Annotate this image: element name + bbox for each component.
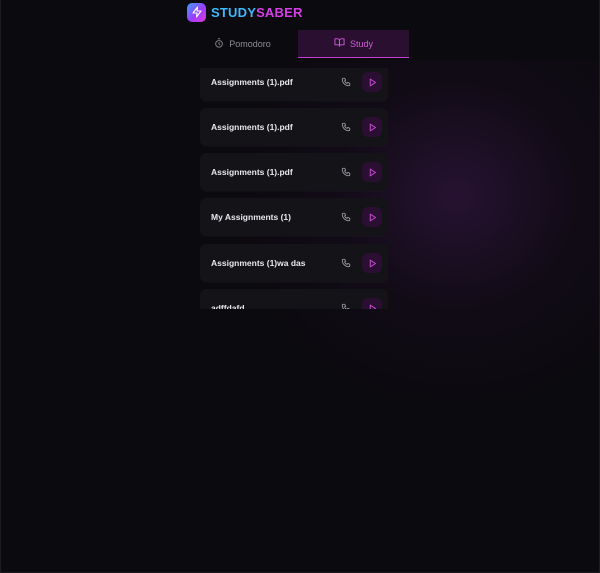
tab-pomodoro[interactable]: Pomodoro [187,30,298,57]
play-icon [369,213,376,221]
phone-icon[interactable] [341,212,351,222]
timer-icon [214,37,224,50]
play-button[interactable] [362,298,382,309]
phone-icon[interactable] [341,167,351,177]
study-material-list[interactable]: Assignments (1).pdf Assignments (1).pdf … [200,68,392,309]
item-title: Assignments (1)wa das [211,258,306,268]
brand-part-study: STUDY [211,4,257,20]
list-item[interactable]: Assignments (1)wa das [200,244,388,282]
play-icon [369,78,376,86]
brand-part-saber: SABER [256,4,303,20]
list-item[interactable]: Assignments (1).pdf [200,68,388,101]
item-title: Assignments (1).pdf [211,122,293,132]
item-title: Assignments (1).pdf [211,77,293,87]
item-title: Assignments (1).pdf [211,167,293,177]
tab-study-label: Study [349,38,373,49]
play-button[interactable] [362,253,382,273]
play-button[interactable] [362,117,382,137]
play-button[interactable] [362,162,382,182]
tab-pomodoro-label: Pomodoro [229,38,271,49]
list-item[interactable]: Assignments (1).pdf [200,108,388,146]
book-open-icon [334,37,345,50]
phone-icon[interactable] [341,303,351,309]
mode-tabs: Pomodoro Study [187,30,410,58]
play-icon [369,259,376,267]
list-item[interactable]: Assignments (1).pdf [200,153,388,191]
list-item[interactable]: adffdafd [200,289,388,309]
item-title: My Assignments (1) [211,212,291,222]
tab-study[interactable]: Study [298,30,409,58]
app-header: STUDYSABER [187,1,303,23]
item-title: adffdafd [211,303,245,309]
play-button[interactable] [362,72,382,92]
play-button[interactable] [362,207,382,227]
list-item[interactable]: My Assignments (1) [200,198,388,236]
play-icon [369,123,376,131]
phone-icon[interactable] [341,258,351,268]
lightning-icon [187,2,206,22]
play-icon [369,304,376,309]
window-border-left [0,0,1,573]
app-logo-text: STUDYSABER [211,5,303,20]
phone-icon[interactable] [341,77,351,87]
play-icon [369,168,376,176]
phone-icon[interactable] [341,122,351,132]
